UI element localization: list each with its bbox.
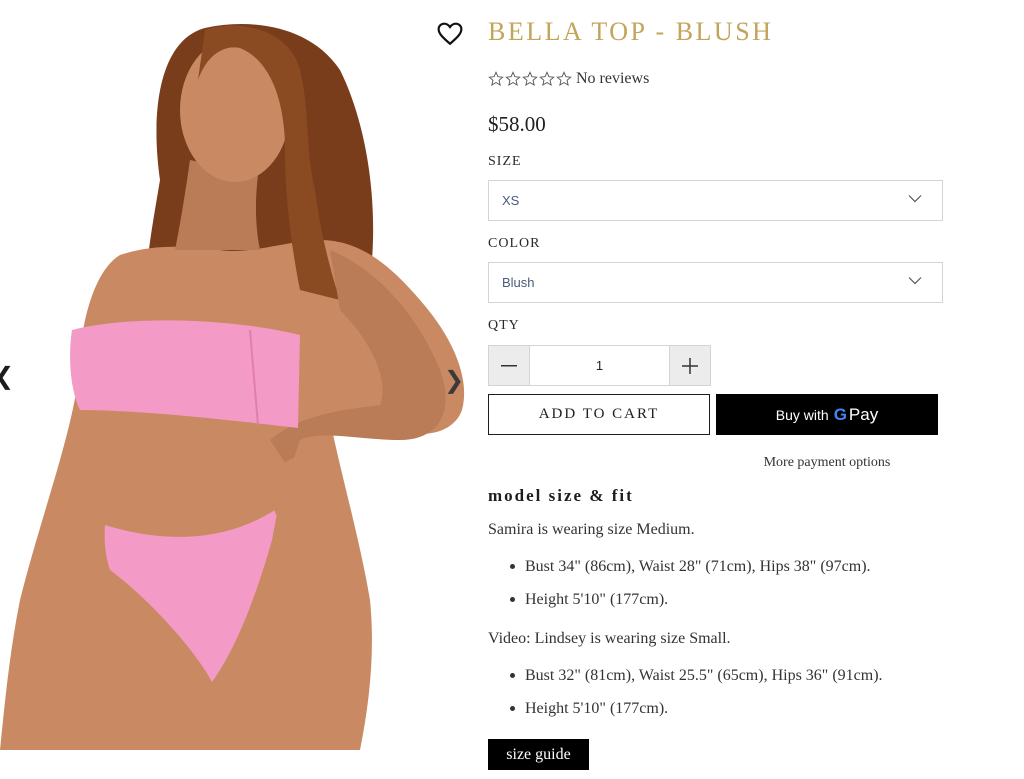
star-icon <box>488 71 504 86</box>
model1-measurements: Bust 34" (86cm), Waist 28" (71cm), Hips … <box>488 557 871 623</box>
product-image-gallery: ❮ ❯ <box>0 0 470 750</box>
qty-decrease-button[interactable] <box>489 346 529 385</box>
color-select-value: Blush <box>502 275 535 290</box>
size-label: SIZE <box>488 154 522 169</box>
qty-input[interactable] <box>529 346 670 385</box>
star-icon <box>539 71 555 86</box>
size-select[interactable]: XS <box>488 180 943 221</box>
chevron-down-icon <box>908 195 922 203</box>
model2-text: Video: Lindsey is wearing size Small. <box>488 630 731 647</box>
add-to-cart-button[interactable]: ADD TO CART <box>488 394 710 435</box>
color-select[interactable]: Blush <box>488 262 943 303</box>
wishlist-heart-icon[interactable] <box>437 22 463 46</box>
rating-stars <box>488 71 572 87</box>
model1-text: Samira is wearing size Medium. <box>488 521 695 538</box>
chevron-down-icon <box>908 277 922 285</box>
gallery-prev-icon[interactable]: ❮ <box>0 362 14 390</box>
model2-measurements: Bust 32" (81cm), Waist 25.5" (65cm), Hip… <box>488 666 883 732</box>
size-guide-button[interactable]: size guide <box>488 739 589 770</box>
product-price: $58.00 <box>488 112 546 136</box>
model-fit-heading: model size & fit <box>488 486 634 505</box>
quantity-stepper <box>488 345 711 386</box>
product-photo <box>0 24 465 750</box>
google-g-icon: G <box>833 404 847 424</box>
list-item: Bust 32" (81cm), Waist 25.5" (65cm), Hip… <box>488 666 883 699</box>
plus-icon <box>682 357 698 374</box>
star-icon <box>556 71 572 86</box>
gpay-pay-label: Pay <box>848 404 879 424</box>
star-icon <box>522 71 538 86</box>
size-select-value: XS <box>502 193 520 208</box>
list-item: Height 5'10" (177cm). <box>488 699 883 732</box>
minus-icon <box>501 364 517 366</box>
list-item: Height 5'10" (177cm). <box>488 590 871 623</box>
qty-increase-button[interactable] <box>670 346 710 385</box>
star-icon <box>505 71 521 86</box>
buy-with-label: Buy with <box>775 406 829 423</box>
google-pay-button[interactable]: Buy with G Pay <box>716 394 938 435</box>
reviews-count: No reviews <box>576 70 650 87</box>
gallery-next-icon[interactable]: ❯ <box>444 366 464 394</box>
product-rating[interactable]: No reviews <box>488 68 649 90</box>
color-label: COLOR <box>488 236 541 251</box>
product-title: BELLA TOP - BLUSH <box>488 17 774 46</box>
more-payment-options-link[interactable]: More payment options <box>716 455 938 471</box>
gpay-logo: G Pay <box>834 405 879 425</box>
qty-label: QTY <box>488 318 520 333</box>
list-item: Bust 34" (86cm), Waist 28" (71cm), Hips … <box>488 557 871 590</box>
